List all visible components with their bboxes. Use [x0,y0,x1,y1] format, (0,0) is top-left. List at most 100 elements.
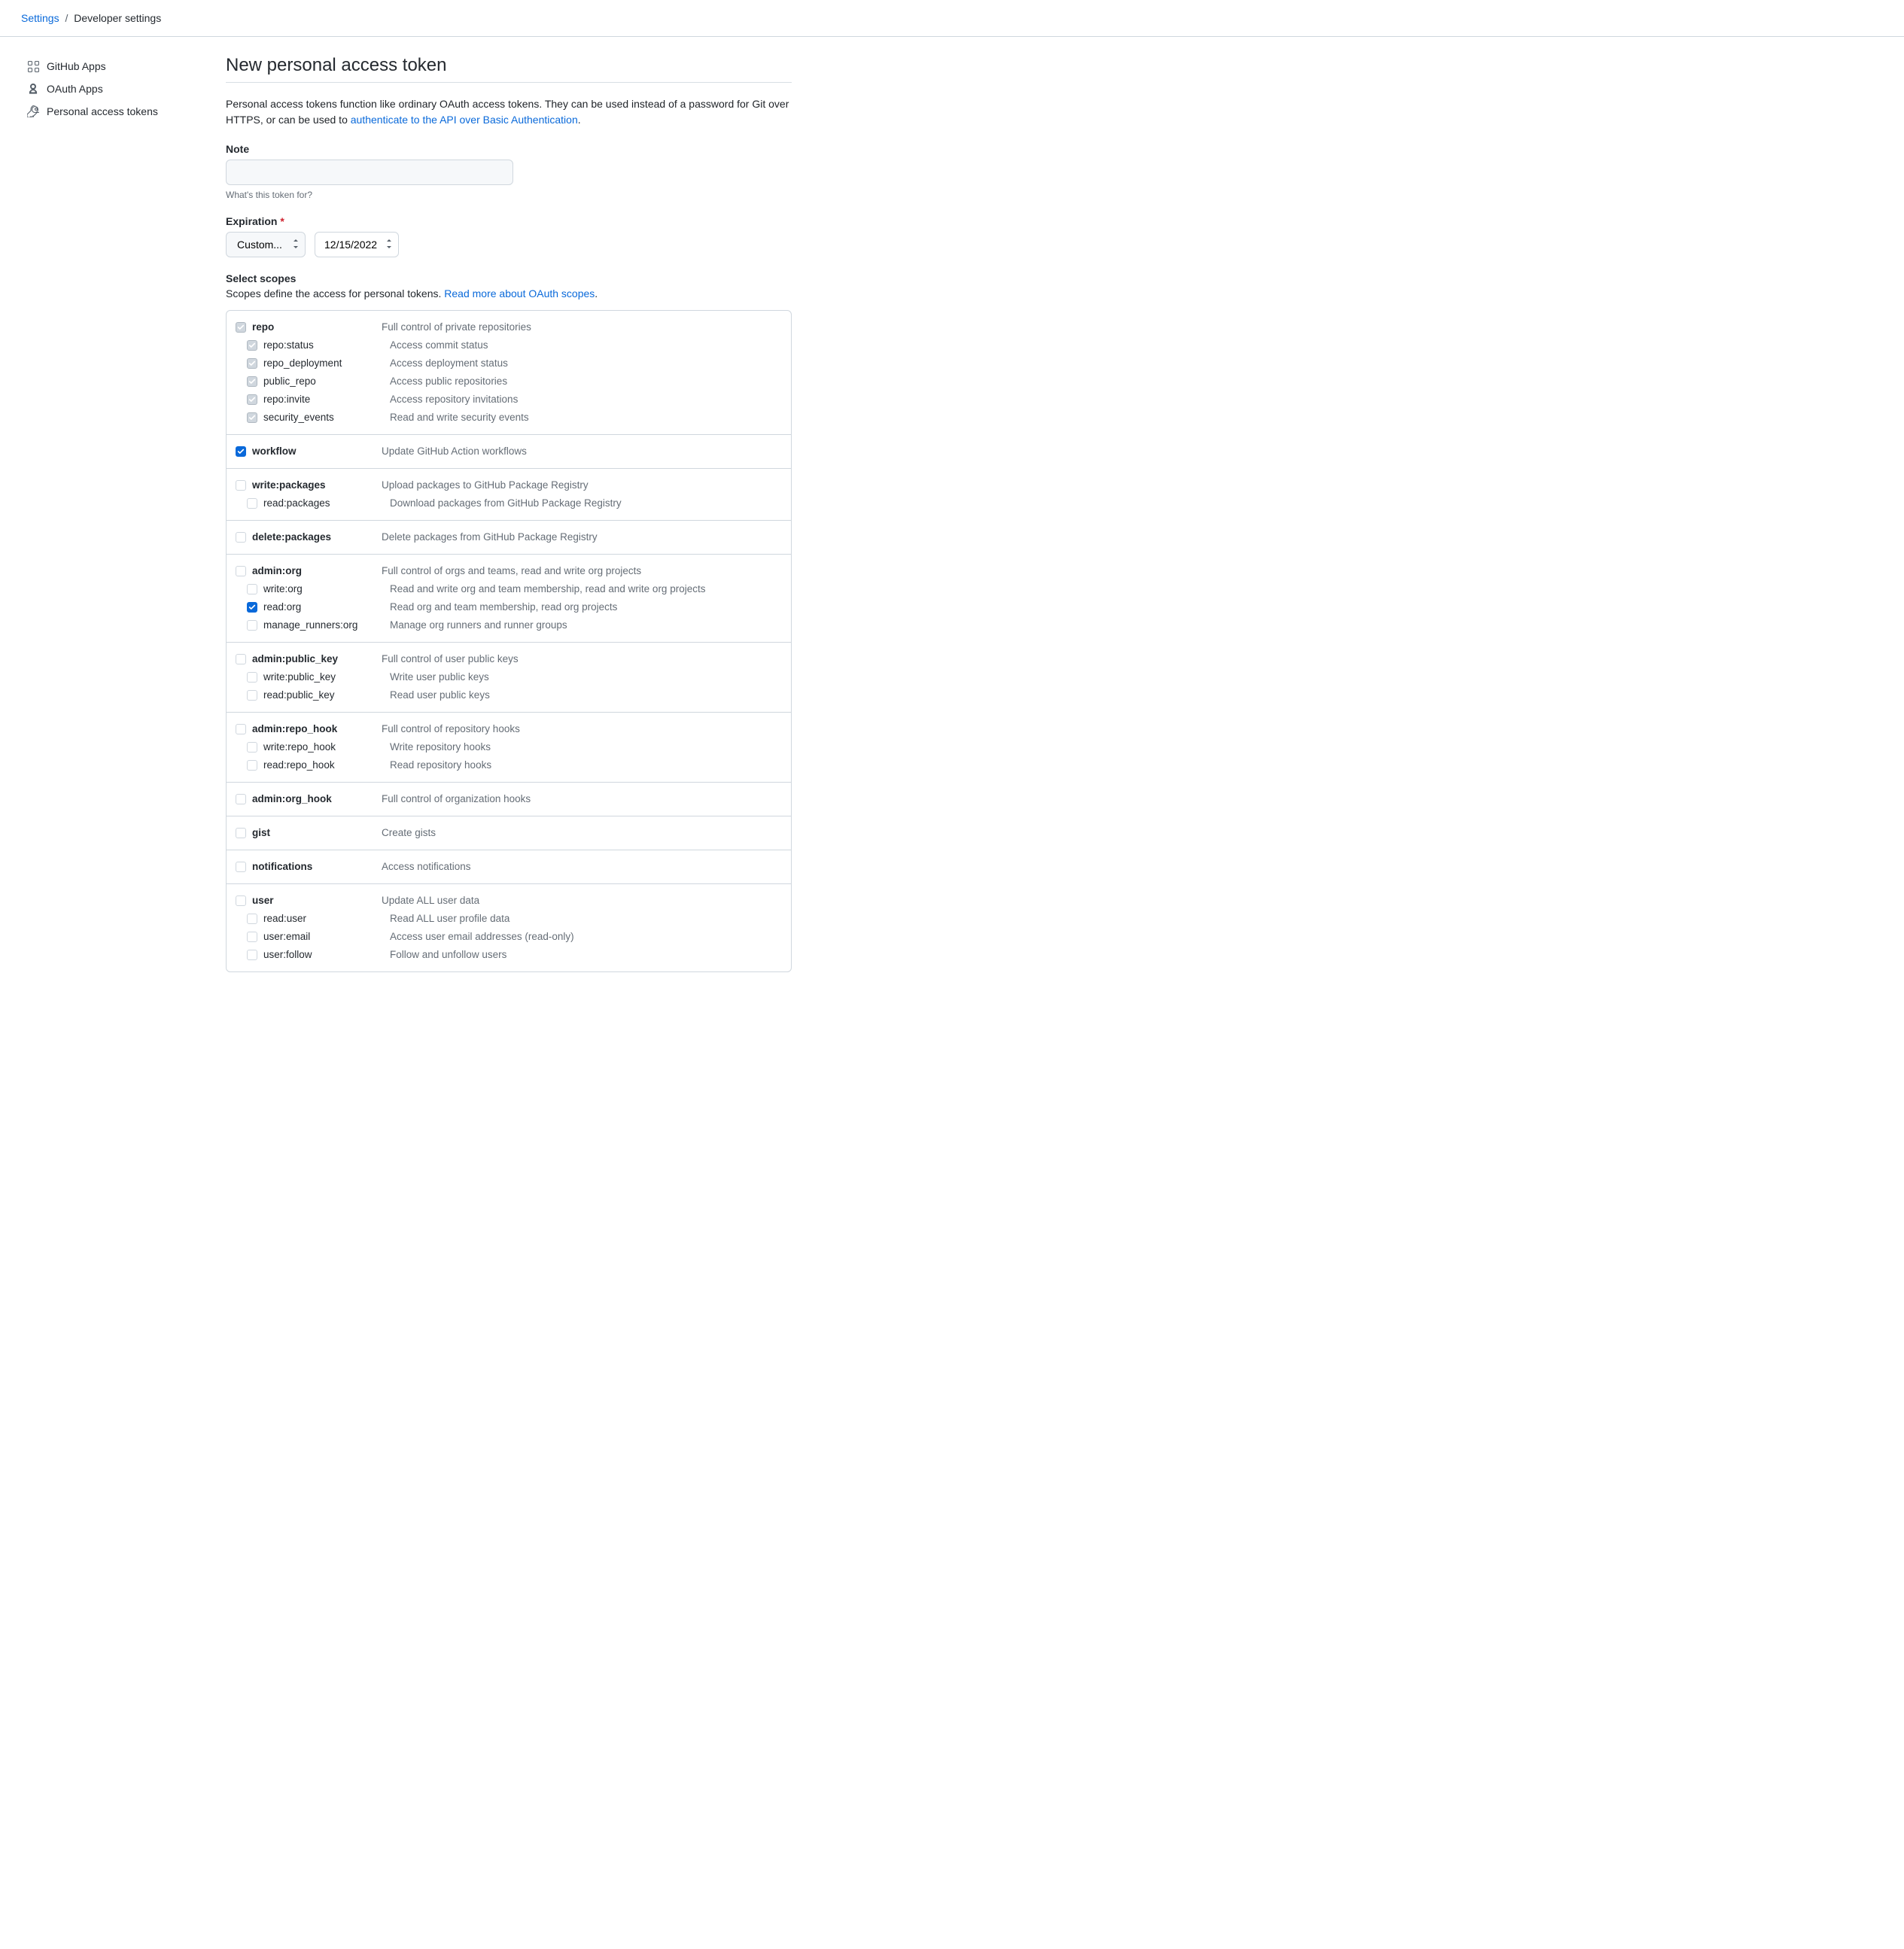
scope-group: admin:orgFull control of orgs and teams,… [227,555,791,643]
scope-checkbox[interactable] [236,480,246,491]
scope-checkbox[interactable] [247,498,257,509]
scope-row: workflowUpdate GitHub Action workflows [236,442,782,461]
scope-description: Read and write security events [390,410,782,425]
scope-name[interactable]: write:public_key [263,670,390,685]
intro-text: Personal access tokens function like ord… [226,96,792,128]
scope-name[interactable]: read:packages [263,496,390,511]
scope-checkbox[interactable] [247,340,257,351]
scope-name[interactable]: admin:repo_hook [252,722,379,737]
breadcrumb: Settings / Developer settings [0,0,1904,37]
scope-group: admin:public_keyFull control of user pub… [227,643,791,713]
scope-name[interactable]: read:public_key [263,688,390,703]
scope-description: Access deployment status [390,356,782,371]
scope-name[interactable]: admin:public_key [252,652,379,667]
scope-name[interactable]: admin:org [252,564,379,579]
scope-name[interactable]: workflow [252,444,379,459]
scope-description: Full control of organization hooks [379,792,782,807]
sidebar-item-personal-access-tokens[interactable]: Personal access tokens [21,100,208,123]
scope-name[interactable]: write:org [263,582,390,597]
scopes-doc-link[interactable]: Read more about OAuth scopes [444,287,595,299]
scope-checkbox[interactable] [247,620,257,631]
scope-description: Access repository invitations [390,392,782,407]
scope-checkbox[interactable] [236,862,246,872]
scope-row: notificationsAccess notifications [236,858,782,876]
scope-name[interactable]: write:packages [252,478,379,493]
scope-name[interactable]: repo:status [263,338,390,353]
scope-checkbox[interactable] [236,532,246,543]
scope-checkbox[interactable] [247,950,257,960]
scope-name[interactable]: delete:packages [252,530,379,545]
scope-name[interactable]: user [252,893,379,908]
scope-name[interactable]: notifications [252,859,379,874]
scope-name[interactable]: repo:invite [263,392,390,407]
scope-checkbox[interactable] [236,895,246,906]
note-input[interactable] [226,160,513,185]
scope-name[interactable]: write:repo_hook [263,740,390,755]
scope-checkbox[interactable] [236,828,246,838]
scope-row: gistCreate gists [236,824,782,842]
scope-row: repo:inviteAccess repository invitations [236,391,782,409]
scope-row: admin:orgFull control of orgs and teams,… [236,562,782,580]
sidebar-item-oauth-apps[interactable]: OAuth Apps [21,78,208,100]
scope-name[interactable]: read:repo_hook [263,758,390,773]
scope-group: repoFull control of private repositories… [227,311,791,435]
scope-row: delete:packagesDelete packages from GitH… [236,528,782,546]
scope-checkbox[interactable] [236,322,246,333]
scope-description: Full control of private repositories [379,320,782,335]
scope-name[interactable]: read:org [263,600,390,615]
scope-name[interactable]: repo_deployment [263,356,390,371]
scope-checkbox[interactable] [247,394,257,405]
scope-row: user:followFollow and unfollow users [236,946,782,964]
scope-checkbox[interactable] [247,602,257,613]
scope-checkbox[interactable] [236,446,246,457]
scope-name[interactable]: security_events [263,410,390,425]
scope-name[interactable]: user:follow [263,947,390,962]
expiration-preset-select[interactable]: Custom... [226,232,306,257]
scope-name[interactable]: manage_runners:org [263,618,390,633]
scope-checkbox[interactable] [236,794,246,804]
scopes-list: repoFull control of private repositories… [226,310,792,972]
scope-row: read:orgRead org and team membership, re… [236,598,782,616]
scope-checkbox[interactable] [247,584,257,594]
intro-auth-link[interactable]: authenticate to the API over Basic Authe… [351,114,578,126]
scope-row: write:orgRead and write org and team mem… [236,580,782,598]
scope-checkbox[interactable] [236,654,246,664]
scope-checkbox[interactable] [236,724,246,734]
scope-checkbox[interactable] [247,672,257,683]
scope-name[interactable]: read:user [263,911,390,926]
scope-name[interactable]: repo [252,320,379,335]
main-content: New personal access token Personal acces… [226,55,792,980]
sidebar-item-github-apps[interactable]: GitHub Apps [21,55,208,78]
scope-checkbox[interactable] [247,690,257,701]
scope-description: Read org and team membership, read org p… [390,600,782,615]
scope-checkbox[interactable] [247,742,257,753]
scope-name[interactable]: user:email [263,929,390,944]
scope-name[interactable]: public_repo [263,374,390,389]
sidebar-item-label: GitHub Apps [47,60,106,72]
scope-checkbox[interactable] [247,412,257,423]
scope-row: public_repoAccess public repositories [236,372,782,391]
scope-checkbox[interactable] [247,760,257,771]
scope-name[interactable]: gist [252,826,379,841]
scope-row: read:public_keyRead user public keys [236,686,782,704]
expiration-date-input[interactable]: 12/15/2022 [315,232,399,257]
scope-row: repo_deploymentAccess deployment status [236,354,782,372]
note-hint: What's this token for? [226,190,792,200]
scope-name[interactable]: admin:org_hook [252,792,379,807]
scope-description: Write repository hooks [390,740,782,755]
scope-checkbox[interactable] [247,358,257,369]
scope-row: read:packagesDownload packages from GitH… [236,494,782,512]
scope-description: Manage org runners and runner groups [390,618,782,633]
scope-row: manage_runners:orgManage org runners and… [236,616,782,634]
scope-description: Access commit status [390,338,782,353]
note-label: Note [226,143,792,155]
scope-row: user:emailAccess user email addresses (r… [236,928,782,946]
scope-checkbox[interactable] [247,376,257,387]
scope-description: Full control of repository hooks [379,722,782,737]
scope-checkbox[interactable] [236,566,246,576]
scope-checkbox[interactable] [247,914,257,924]
breadcrumb-settings-link[interactable]: Settings [21,12,59,24]
apps-icon [27,60,39,72]
scope-group: userUpdate ALL user dataread:userRead AL… [227,884,791,971]
scope-checkbox[interactable] [247,932,257,942]
